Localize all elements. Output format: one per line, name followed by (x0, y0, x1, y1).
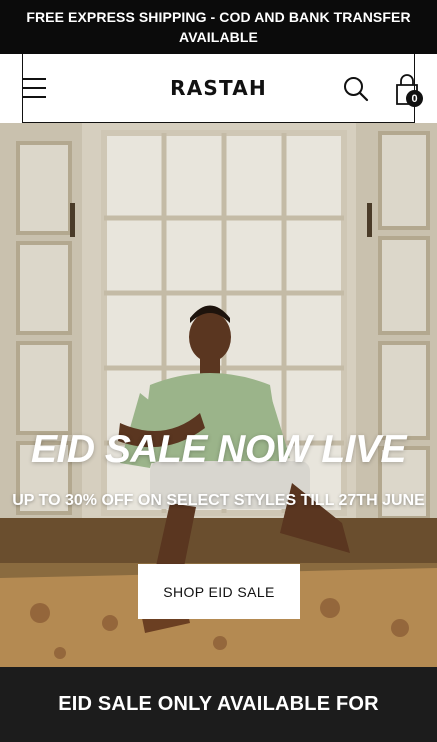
hero-subtitle: UP TO 30% OFF ON SELECT STYLES TILL 27TH… (12, 492, 425, 509)
promo-banner: EID SALE ONLY AVAILABLE FOR (0, 667, 437, 742)
search-icon[interactable] (343, 76, 369, 102)
shop-eid-sale-button[interactable]: SHOP EID SALE (138, 564, 300, 619)
announcement-text: FREE EXPRESS SHIPPING - COD AND BANK TRA… (26, 9, 411, 45)
announcement-bar: FREE EXPRESS SHIPPING - COD AND BANK TRA… (0, 0, 437, 54)
hero-title: EID SALE NOW LIVE (30, 428, 407, 471)
cart-count-badge: 0 (406, 90, 423, 107)
hero-banner[interactable]: EID SALE NOW LIVE UP TO 30% OFF ON SELEC… (0, 123, 437, 667)
shopping-bag-icon[interactable]: 0 (389, 74, 423, 107)
promo-banner-text: EID SALE ONLY AVAILABLE FOR (58, 693, 379, 715)
site-header: RASTAH 0 (0, 54, 437, 123)
header-frame: RASTAH 0 (22, 54, 423, 123)
